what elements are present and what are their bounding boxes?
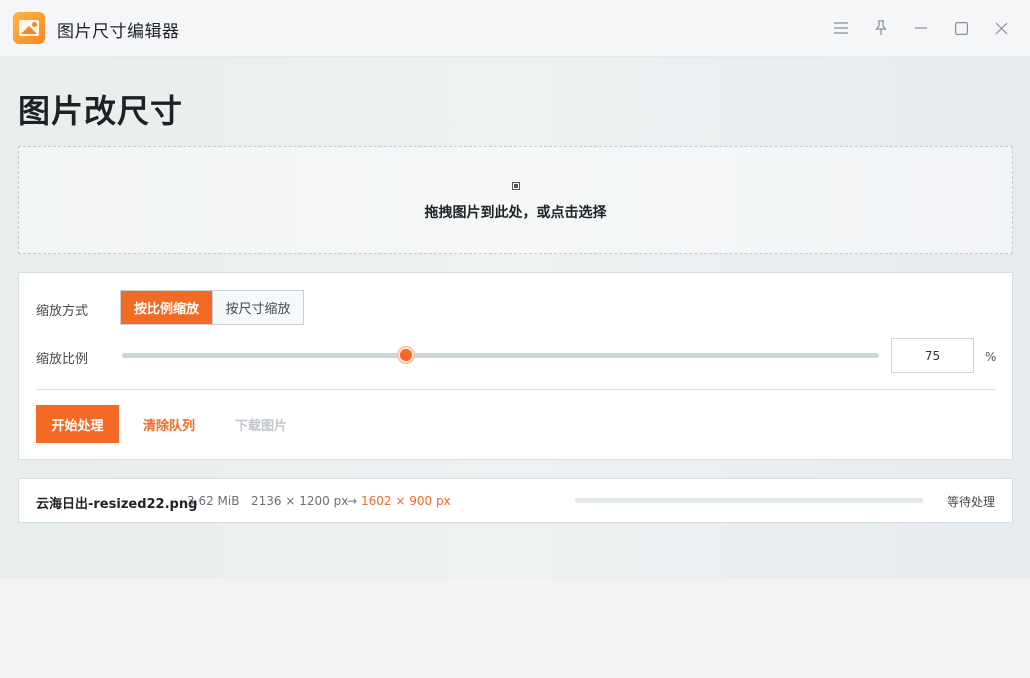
scale-mode-label: 缩放方式: [36, 304, 89, 319]
percent-unit: %: [985, 350, 997, 364]
scale-ratio-label: 缩放比例: [36, 352, 89, 367]
mode-dimension-button[interactable]: 按尺寸缩放: [212, 291, 303, 324]
app-icon: [13, 12, 45, 44]
scale-ratio-slider-thumb[interactable]: [397, 347, 414, 363]
original-dimensions: 2136 × 1200 px: [251, 494, 349, 508]
progress-bar: [575, 498, 923, 503]
arrow-icon: →: [347, 494, 358, 508]
start-processing-button[interactable]: 开始处理: [36, 405, 119, 443]
file-size: 3.62 MiB: [187, 494, 240, 508]
window-title: 图片尺寸编辑器: [57, 22, 180, 42]
drop-zone-text: 拖拽图片到此处，或点击选择: [424, 205, 607, 221]
scale-ratio-input[interactable]: [891, 338, 974, 373]
queue-item: 云海日出-resized22.png 3.62 MiB 2136 × 1200 …: [18, 478, 1013, 523]
download-images-button: 下载图片: [235, 418, 288, 434]
drop-zone[interactable]: 拖拽图片到此处，或点击选择: [18, 146, 1013, 254]
maximize-icon[interactable]: [951, 18, 971, 38]
title-bar: 图片尺寸编辑器: [0, 0, 1030, 57]
divider: [36, 389, 996, 390]
pin-icon[interactable]: [871, 18, 891, 38]
status-text: 等待处理: [946, 495, 995, 509]
clear-queue-button[interactable]: 清除队列: [143, 405, 195, 443]
minimize-icon[interactable]: [911, 18, 931, 38]
file-name: 云海日出-resized22.png: [36, 497, 198, 512]
menu-icon[interactable]: [831, 18, 851, 38]
main-area: 图片改尺寸 拖拽图片到此处，或点击选择 缩放方式 按比例缩放 按尺寸缩放 缩放比…: [0, 57, 1030, 579]
scale-ratio-slider[interactable]: [122, 353, 879, 358]
close-icon[interactable]: [991, 18, 1011, 38]
page-title: 图片改尺寸: [18, 92, 184, 130]
target-dimensions: 1602 × 900 px: [361, 494, 451, 508]
scale-mode-segmented-control: 按比例缩放 按尺寸缩放: [120, 290, 304, 325]
upload-icon: [512, 182, 520, 190]
settings-panel: 缩放方式 按比例缩放 按尺寸缩放 缩放比例 % 开始处理 清除队列 下载图片: [18, 272, 1013, 460]
mode-proportional-button[interactable]: 按比例缩放: [121, 291, 212, 324]
